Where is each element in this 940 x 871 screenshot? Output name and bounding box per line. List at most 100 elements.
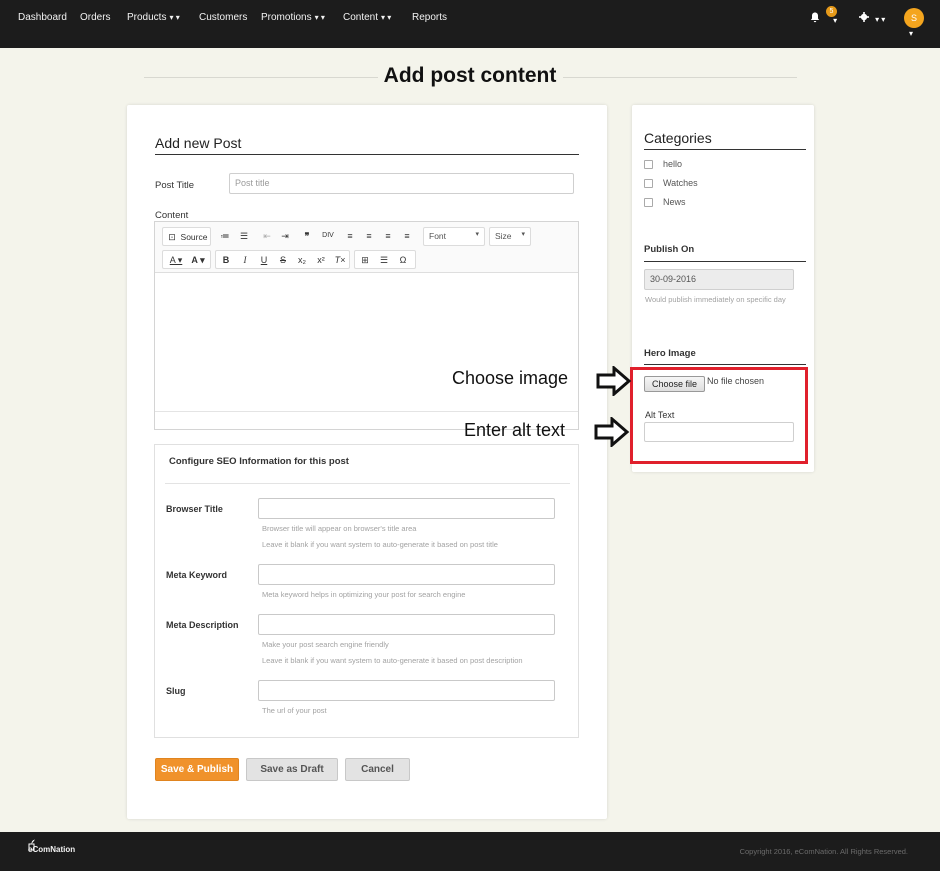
- save-draft-button[interactable]: Save as Draft: [246, 758, 338, 781]
- meta-keyword-label: Meta Keyword: [166, 570, 228, 580]
- arrow-right-icon: [594, 417, 630, 447]
- nav-products[interactable]: Products ▾ ▾: [127, 12, 180, 23]
- chevron-down-icon: ▾ ▾: [314, 13, 325, 22]
- chevron-down-icon: ▾: [521, 231, 525, 238]
- avatar[interactable]: S: [904, 8, 924, 28]
- publish-help: Would publish immediately on specific da…: [645, 295, 786, 304]
- add-post-heading: Add new Post: [155, 135, 242, 151]
- seo-heading: Configure SEO Information for this post: [169, 456, 349, 467]
- hero-image-heading: Hero Image: [644, 348, 696, 359]
- footer: eComNation Copyright 2016, eComNation. A…: [0, 832, 940, 871]
- meta-keyword-input[interactable]: [258, 564, 555, 585]
- numbered-list-icon[interactable]: ≔: [218, 229, 232, 243]
- background-color-icon[interactable]: A ▾: [188, 253, 208, 267]
- font-dropdown-label: Font: [429, 231, 447, 241]
- settings-button[interactable]: ▾ ▾: [859, 12, 885, 25]
- nav-promotions-label: Promotions: [261, 12, 312, 23]
- meta-description-help: Make your post search engine friendly: [262, 640, 389, 649]
- superscript-icon[interactable]: x²: [314, 253, 328, 267]
- logo-icon: [28, 839, 35, 851]
- annotation-choose-image: Choose image: [452, 368, 569, 388]
- arrow-right-icon: [596, 366, 632, 396]
- source-label: Source: [180, 232, 208, 242]
- bulleted-list-icon[interactable]: ☰: [237, 229, 251, 243]
- nav-products-label: Products: [127, 12, 167, 23]
- category-checkbox[interactable]: [644, 179, 653, 188]
- list-group: ≔ ☰: [215, 227, 257, 246]
- footer-copyright: Copyright 2016, eComNation. All Rights R…: [739, 847, 908, 856]
- chevron-down-icon: ▾: [909, 29, 914, 38]
- align-right-icon[interactable]: ≡: [381, 229, 395, 243]
- post-title-input[interactable]: Post title: [229, 173, 574, 194]
- top-navbar: Dashboard Orders Products ▾ ▾ Customers P…: [0, 0, 940, 48]
- bold-icon[interactable]: B: [219, 253, 233, 267]
- special-character-icon[interactable]: Ω: [396, 253, 410, 267]
- category-label: News: [663, 197, 686, 207]
- nav-reports[interactable]: Reports: [412, 12, 447, 23]
- page-title: Add post content: [383, 64, 557, 87]
- slug-label: Slug: [166, 686, 186, 696]
- align-center-icon[interactable]: ≡: [362, 229, 376, 243]
- annotation-enter-alt-text: Enter alt text: [464, 420, 566, 440]
- format-group: B I U S x₂ x² T×: [215, 250, 350, 269]
- chevron-down-icon: ▾: [833, 16, 838, 25]
- hero-underline: [644, 364, 806, 365]
- chevron-down-icon: ▾ ▾: [875, 15, 886, 24]
- save-publish-button[interactable]: Save & Publish: [155, 758, 239, 781]
- post-title-label: Post Title: [155, 180, 195, 191]
- remove-format-icon[interactable]: T×: [333, 253, 347, 267]
- publish-underline: [644, 261, 806, 262]
- category-label: Watches: [663, 178, 698, 188]
- align-justify-icon[interactable]: ≡: [400, 229, 414, 243]
- meta-description-input[interactable]: [258, 614, 555, 635]
- nav-dashboard[interactable]: Dashboard: [18, 12, 67, 23]
- subscript-icon[interactable]: x₂: [295, 253, 309, 267]
- strikethrough-icon[interactable]: S: [276, 253, 290, 267]
- publish-on-heading: Publish On: [644, 244, 695, 255]
- italic-icon[interactable]: I: [238, 253, 252, 267]
- category-checkbox[interactable]: [644, 160, 653, 169]
- text-color-icon[interactable]: A ▾: [166, 253, 186, 267]
- font-dropdown[interactable]: Font ▾: [423, 227, 485, 246]
- publish-date-input[interactable]: 30-09-2016: [644, 269, 794, 290]
- div-group: DIV: [319, 227, 339, 246]
- categories-underline: [644, 149, 806, 150]
- nav-content[interactable]: Content ▾ ▾: [343, 12, 391, 23]
- indent-icon[interactable]: ⇥: [278, 229, 292, 243]
- categories-heading: Categories: [644, 130, 712, 146]
- cancel-button[interactable]: Cancel: [345, 758, 410, 781]
- rich-text-editor: ⊡ Source ≔ ☰ ⇤ ⇥ ❞ DIV ≡ ≡ ≡ ≡ Font ▾ Si…: [154, 221, 579, 430]
- table-icon[interactable]: ⊞: [358, 253, 372, 267]
- chevron-down-icon: ▾: [475, 231, 479, 238]
- source-button[interactable]: ⊡ Source: [162, 227, 211, 246]
- browser-title-help-2: Leave it blank if you want system to aut…: [262, 540, 498, 549]
- slug-help: The url of your post: [262, 706, 327, 715]
- browser-title-input[interactable]: [258, 498, 555, 519]
- nav-orders[interactable]: Orders: [80, 12, 111, 23]
- outdent-icon[interactable]: ⇤: [260, 229, 274, 243]
- meta-description-help-2: Leave it blank if you want system to aut…: [262, 656, 523, 665]
- chevron-down-icon: ▾ ▾: [381, 13, 392, 22]
- notification-badge: 5: [826, 6, 837, 17]
- underline-icon[interactable]: U: [257, 253, 271, 267]
- browser-title-help: Browser title will appear on browser's t…: [262, 524, 417, 533]
- size-dropdown-label: Size: [495, 231, 512, 241]
- nav-promotions[interactable]: Promotions ▾ ▾: [261, 12, 325, 23]
- meta-keyword-help: Meta keyword helps in optimizing your po…: [262, 590, 466, 599]
- browser-title-label: Browser Title: [166, 504, 223, 514]
- chevron-down-icon: ▾ ▾: [169, 13, 180, 22]
- editor-content-area[interactable]: [155, 273, 578, 411]
- horizontal-line-icon[interactable]: ☰: [377, 253, 391, 267]
- blockquote-icon[interactable]: ❞: [300, 229, 314, 243]
- source-icon: ⊡: [168, 232, 176, 242]
- indent-group: ⇤ ⇥ ❞: [259, 227, 319, 246]
- category-label: hello: [663, 159, 683, 169]
- slug-input[interactable]: [258, 680, 555, 701]
- nav-content-label: Content: [343, 12, 379, 23]
- category-checkbox[interactable]: [644, 198, 653, 207]
- nav-customers[interactable]: Customers: [199, 12, 247, 23]
- align-left-icon[interactable]: ≡: [343, 229, 357, 243]
- size-dropdown[interactable]: Size ▾: [489, 227, 531, 246]
- seo-divider: [165, 483, 570, 484]
- div-container-icon[interactable]: DIV: [321, 229, 335, 243]
